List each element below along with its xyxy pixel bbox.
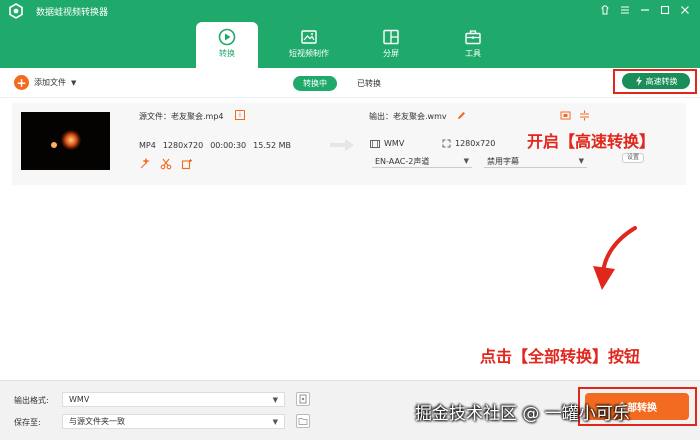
info-icon[interactable]: i	[235, 110, 245, 120]
status-tabs: 转换中 已转换	[293, 76, 391, 91]
video-thumbnail[interactable]	[21, 112, 110, 170]
tab-converting[interactable]: 转换中	[293, 76, 337, 91]
add-file-label: 添加文件	[34, 78, 66, 87]
source-file-name: 源文件：老友聚会.mp4	[139, 112, 224, 121]
edit-tools	[139, 158, 193, 170]
arrow-right-icon	[330, 139, 354, 151]
lightning-icon	[635, 76, 642, 86]
source-format: MP4	[139, 141, 156, 150]
annotation-convert-all: 点击【全部转换】按钮	[480, 347, 641, 366]
tab-convert-label: 转换	[219, 49, 235, 58]
tab-split-screen[interactable]: 分屏	[360, 22, 422, 68]
title-bar: 数据蛙视频转换器 转换 短视频制作 分屏 工具	[0, 0, 700, 68]
audio-track-value: EN-AAC-2声道	[375, 156, 430, 166]
save-to-select-value: 与源文件夹一致	[69, 417, 125, 426]
audio-track-select[interactable]: EN-AAC-2声道 ▼	[372, 155, 472, 168]
tab-converted[interactable]: 已转换	[347, 76, 391, 91]
chevron-down-icon: ▼	[578, 157, 584, 165]
subtitle-value: 禁用字幕	[487, 156, 519, 166]
plus-icon: +	[14, 75, 29, 90]
compress-icon[interactable]	[579, 110, 590, 121]
output-resolution[interactable]: 1280x720	[442, 139, 495, 148]
tab-video-maker-label: 短视频制作	[289, 49, 329, 58]
video-maker-icon	[301, 30, 317, 44]
thumbnail-light	[61, 130, 81, 150]
chevron-down-icon[interactable]: ▼	[71, 79, 76, 87]
save-to-label: 保存至:	[14, 418, 41, 427]
effects-wand-icon[interactable]	[139, 158, 151, 170]
chevron-down-icon: ▼	[463, 157, 469, 165]
open-folder-button[interactable]	[296, 414, 310, 428]
tab-convert[interactable]: 转换	[196, 22, 258, 68]
output-format-label: 输出格式:	[14, 396, 49, 405]
watermark: 掘金技术社区 @ 一罐小可乐	[415, 404, 630, 424]
tab-toolbox-label: 工具	[465, 49, 481, 58]
output-format-value: WMV	[384, 139, 405, 148]
save-to-select[interactable]: 与源文件夹一致 ▼	[62, 414, 285, 429]
close-icon[interactable]	[678, 3, 692, 17]
maximize-icon[interactable]	[658, 3, 672, 17]
output-resolution-value: 1280x720	[455, 139, 496, 148]
thumbnail-light-small	[51, 142, 57, 148]
annotation-high-speed: 开启【高速转换】	[527, 132, 656, 151]
window-controls	[598, 3, 692, 17]
output-file-name: 输出：老友聚会.wmv	[369, 112, 447, 121]
hardware-accel-icon[interactable]	[560, 110, 571, 121]
subtitle-select[interactable]: 禁用字幕 ▼	[484, 155, 587, 168]
settings-button[interactable]: 设置	[622, 153, 644, 163]
toolbox-icon	[465, 30, 481, 45]
source-meta: MP4 1280x720 00:00:30 15.52 MB	[139, 141, 291, 150]
folder-icon	[298, 418, 308, 425]
enhance-icon[interactable]	[181, 158, 193, 170]
high-speed-button[interactable]: 高速转换	[622, 73, 690, 89]
minimize-icon[interactable]	[638, 3, 652, 17]
chevron-down-icon: ▼	[272, 417, 278, 426]
menu-icon[interactable]	[618, 3, 632, 17]
toolbar: + 添加文件 ▼ 转换中 已转换	[0, 68, 700, 98]
add-file-button[interactable]: + 添加文件 ▼	[14, 75, 76, 90]
scissors-icon[interactable]	[160, 158, 172, 170]
output-format-select-value: WMV	[69, 395, 90, 404]
app-title: 数据蛙视频转换器	[36, 8, 109, 18]
tab-video-maker[interactable]: 短视频制作	[278, 22, 340, 68]
format-settings-button[interactable]	[296, 392, 310, 406]
output-format[interactable]: WMV	[370, 139, 404, 148]
app-logo-icon	[9, 3, 23, 19]
document-settings-icon	[299, 394, 307, 404]
tab-toolbox[interactable]: 工具	[442, 22, 504, 68]
expand-icon	[442, 139, 451, 148]
output-extra-icons	[560, 110, 590, 121]
source-duration: 00:00:30	[210, 141, 247, 150]
source-size: 15.52 MB	[253, 141, 291, 150]
source-resolution: 1280x720	[162, 141, 204, 150]
pencil-icon[interactable]	[457, 111, 466, 120]
skin-icon[interactable]	[598, 3, 612, 17]
chevron-down-icon: ▼	[272, 395, 278, 404]
tab-split-screen-label: 分屏	[383, 49, 399, 58]
convert-icon	[218, 28, 236, 46]
film-icon	[370, 139, 380, 148]
red-arrow-icon	[593, 226, 637, 290]
output-format-select[interactable]: WMV ▼	[62, 392, 285, 407]
high-speed-label: 高速转换	[645, 76, 678, 86]
split-screen-icon	[383, 29, 399, 45]
